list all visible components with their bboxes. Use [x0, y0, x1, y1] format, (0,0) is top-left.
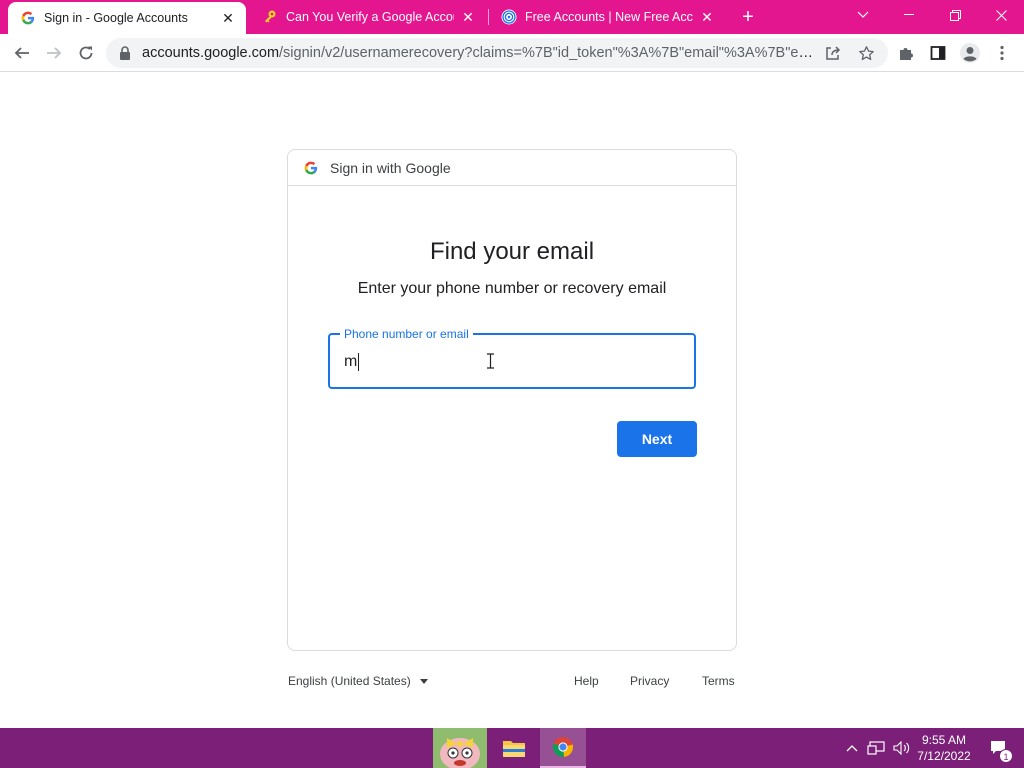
spiral-icon [501, 9, 517, 25]
close-icon[interactable]: ✕ [220, 10, 236, 26]
google-icon [20, 10, 36, 26]
tab-strip: Sign in - Google Accounts ✕ Can You Veri… [0, 0, 1024, 34]
tray-chevron-icon[interactable] [842, 728, 862, 768]
clock-time: 9:55 AM [921, 733, 967, 747]
cartoon-app-icon[interactable] [433, 728, 487, 768]
taskbar: 9:55 AM 7/12/2022 1 [0, 728, 1024, 768]
google-g-icon [304, 161, 318, 175]
share-icon[interactable] [822, 42, 844, 64]
privacy-link[interactable]: Privacy [630, 674, 669, 688]
tab-title: Free Accounts | New Free Accour [525, 10, 693, 24]
language-selector[interactable]: English (United States) [288, 674, 428, 688]
network-icon[interactable] [864, 728, 888, 768]
help-link[interactable]: Help [574, 674, 599, 688]
url-host: accounts.google.com [142, 45, 280, 61]
forward-icon[interactable] [40, 39, 68, 67]
chrome-taskbar-icon[interactable] [540, 728, 586, 768]
menu-dots-icon[interactable] [988, 39, 1016, 67]
browser-toolbar: accounts.google.com/signin/v2/usernamere… [0, 34, 1024, 72]
close-icon[interactable]: ✕ [460, 9, 476, 25]
url-path: /signin/v2/usernamerecovery?claims=%7B"i… [279, 45, 814, 61]
restore-icon[interactable] [932, 0, 978, 30]
profile-avatar[interactable] [956, 39, 984, 67]
side-panel-icon[interactable] [924, 39, 952, 67]
clock-date: 7/12/2022 [917, 749, 971, 763]
system-clock[interactable]: 9:55 AM 7/12/2022 [908, 732, 980, 764]
close-window-icon[interactable] [978, 0, 1024, 30]
bookmark-star-icon[interactable] [855, 42, 877, 64]
field-label: Phone number or email [340, 327, 473, 341]
lock-icon[interactable] [118, 46, 132, 60]
back-icon[interactable] [8, 39, 36, 67]
tab-search-icon[interactable] [840, 0, 886, 30]
extensions-icon[interactable] [892, 39, 920, 67]
page-subtitle: Enter your phone number or recovery emai… [357, 280, 667, 297]
tab-title: Sign in - Google Accounts [44, 11, 188, 25]
close-icon[interactable]: ✕ [699, 9, 715, 25]
file-explorer-icon[interactable] [492, 728, 536, 768]
notification-badge: 1 [999, 749, 1013, 763]
tab-title: Can You Verify a Google Account [286, 10, 454, 24]
card-header-text: Sign in with Google [330, 159, 451, 176]
key-icon [262, 9, 278, 25]
tab-verify-google-account[interactable]: Can You Verify a Google Account ✕ [250, 0, 486, 34]
new-tab-icon[interactable]: + [736, 6, 760, 28]
minimize-icon[interactable] [886, 0, 932, 30]
next-button[interactable]: Next [617, 421, 697, 457]
notification-center-icon[interactable]: 1 [984, 728, 1014, 768]
tab-sign-in[interactable]: Sign in - Google Accounts ✕ [8, 2, 246, 34]
page-title: Find your email [429, 238, 595, 265]
url-text[interactable]: accounts.google.com/signin/v2/usernamere… [142, 45, 814, 61]
phone-or-email-field[interactable]: Phone number or email [328, 327, 696, 389]
card-header: Sign in with Google [288, 150, 736, 186]
tab-free-accounts[interactable]: Free Accounts | New Free Accour ✕ [489, 0, 725, 34]
signin-card: Sign in with Google Find your email Ente… [287, 149, 737, 651]
language-label: English (United States) [288, 674, 411, 688]
terms-link[interactable]: Terms [702, 674, 735, 688]
reload-icon[interactable] [72, 39, 100, 67]
dropdown-arrow-icon [419, 678, 428, 684]
text-caret [358, 353, 359, 371]
phone-or-email-input[interactable] [344, 351, 684, 373]
ibeam-cursor-icon [486, 353, 495, 369]
address-bar[interactable]: accounts.google.com/signin/v2/usernamere… [106, 38, 888, 68]
